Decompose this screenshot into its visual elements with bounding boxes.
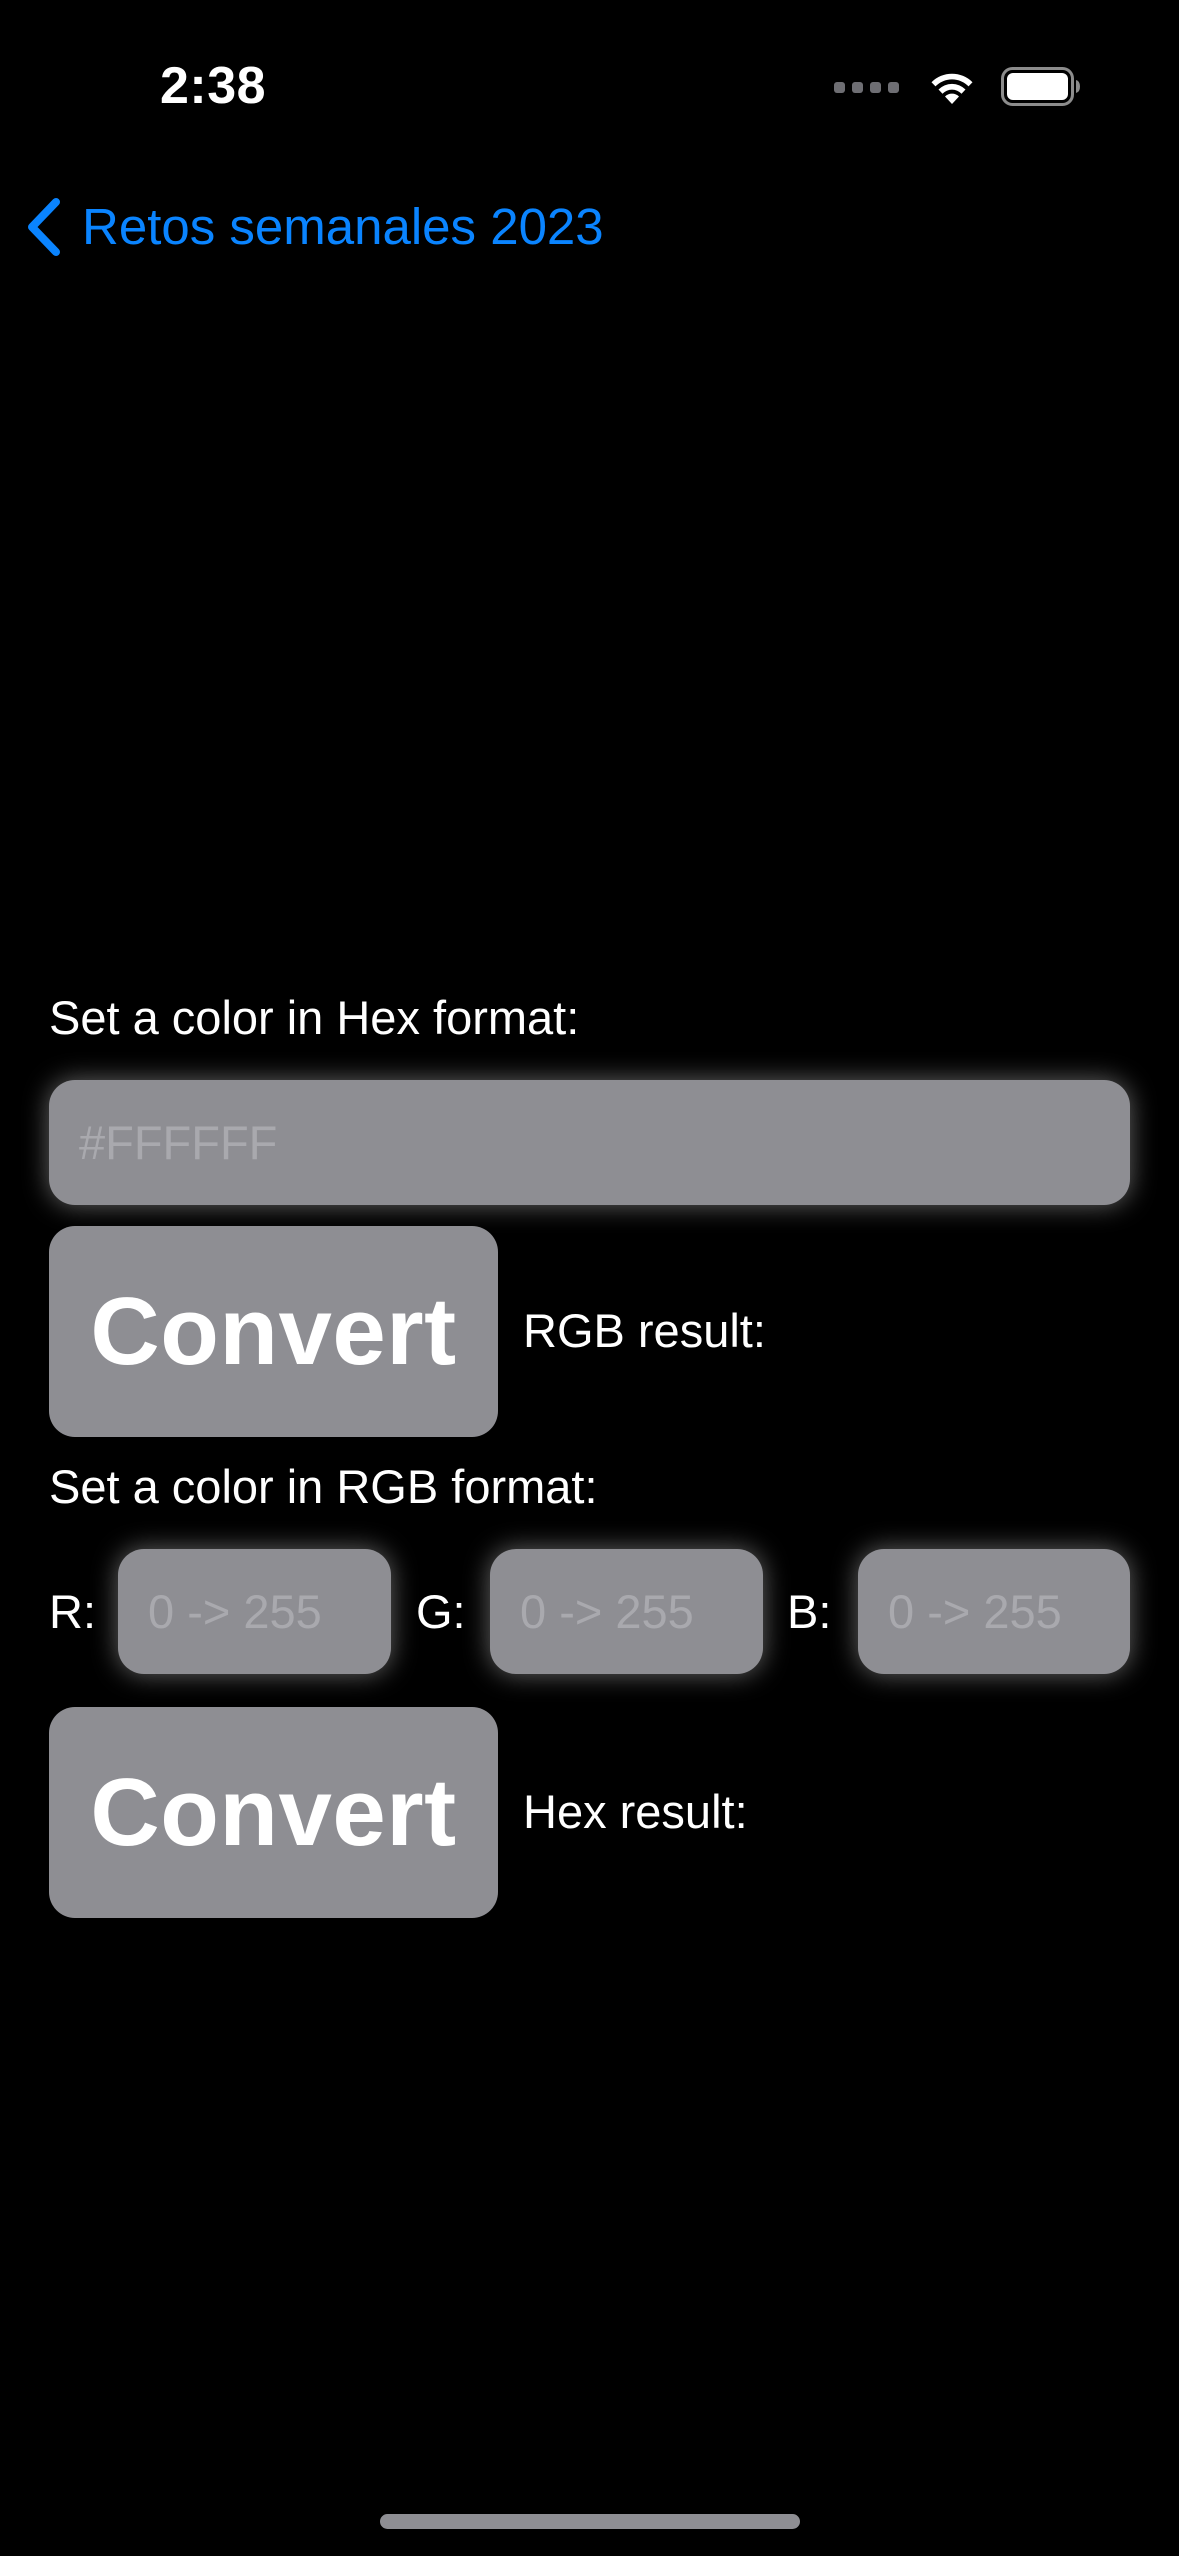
hex-result-label: Hex result: bbox=[523, 1785, 748, 1838]
r-input[interactable] bbox=[118, 1584, 391, 1639]
status-time: 2:38 bbox=[160, 57, 267, 115]
status-icons bbox=[834, 62, 1081, 112]
hex-input[interactable] bbox=[49, 1115, 1130, 1170]
r-label: R: bbox=[49, 1585, 96, 1638]
convert-hex-button[interactable]: Convert bbox=[49, 1226, 498, 1437]
rgb-result-label: RGB result: bbox=[523, 1304, 766, 1357]
b-input[interactable] bbox=[858, 1584, 1130, 1639]
g-label: G: bbox=[416, 1585, 466, 1638]
convert-rgb-button[interactable]: Convert bbox=[49, 1707, 498, 1918]
signal-dots-icon bbox=[834, 81, 899, 93]
back-button-label: Retos semanales 2023 bbox=[82, 198, 604, 255]
r-input-field[interactable] bbox=[118, 1549, 391, 1674]
chevron-left-icon bbox=[22, 196, 64, 258]
g-input-field[interactable] bbox=[490, 1549, 763, 1674]
hex-input-field[interactable] bbox=[49, 1080, 1130, 1205]
hex-section-label: Set a color in Hex format: bbox=[49, 991, 580, 1044]
back-button[interactable]: Retos semanales 2023 bbox=[22, 192, 604, 262]
home-indicator[interactable] bbox=[380, 2514, 800, 2529]
b-input-field[interactable] bbox=[858, 1549, 1130, 1674]
rgb-section-label: Set a color in RGB format: bbox=[49, 1460, 598, 1513]
b-label: B: bbox=[787, 1585, 832, 1638]
g-input[interactable] bbox=[490, 1584, 763, 1639]
wifi-icon bbox=[927, 68, 977, 106]
battery-icon bbox=[1001, 67, 1081, 107]
